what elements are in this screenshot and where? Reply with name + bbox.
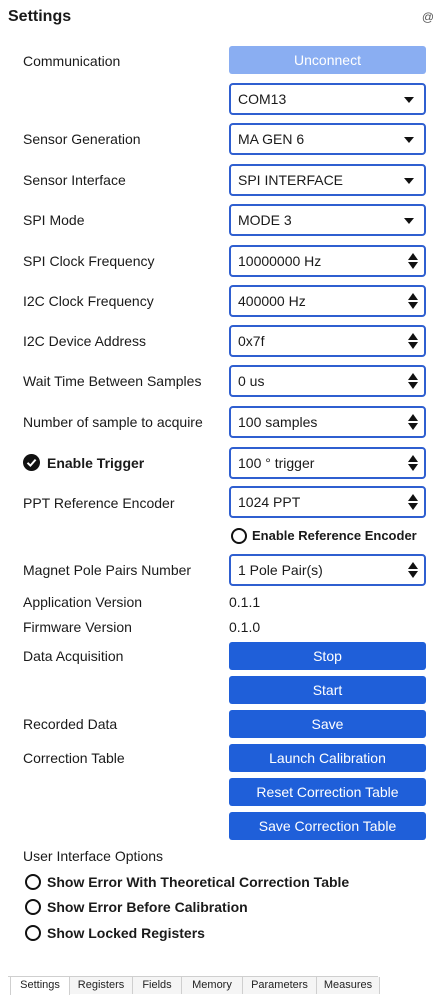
spin-up-icon[interactable] [408, 293, 418, 300]
num-samples-value: 100 samples [238, 414, 318, 430]
sensor-generation-value: MA GEN 6 [238, 131, 305, 147]
app-version-label: Application Version [23, 594, 143, 610]
show-locked-registers-checkbox[interactable] [25, 925, 41, 941]
sensor-interface-value: SPI INTERFACE [238, 172, 344, 188]
trigger-spinbox[interactable]: 100 ° trigger [229, 447, 426, 479]
spin-up-icon[interactable] [408, 414, 418, 421]
app-version-value: 0.1.1 [229, 594, 261, 610]
num-samples-spinbox[interactable]: 100 samples [229, 406, 426, 438]
tab-parameters[interactable]: Parameters [242, 977, 316, 994]
ppt-value: 1024 PPT [238, 494, 301, 510]
save-correction-table-button[interactable]: Save Correction Table [229, 812, 426, 840]
wait-time-label: Wait Time Between Samples [23, 373, 202, 389]
reset-correction-table-button[interactable]: Reset Correction Table [229, 778, 426, 806]
show-error-theoretical-checkbox[interactable] [25, 874, 41, 890]
check-icon [26, 458, 37, 468]
spi-clock-spinbox[interactable]: 10000000 Hz [229, 245, 426, 277]
enable-reference-encoder-checkbox[interactable] [231, 528, 247, 544]
com-port-value: COM13 [238, 91, 287, 107]
sensor-interface-select[interactable]: SPI INTERFACE [229, 164, 426, 196]
show-error-before-calibration-checkbox[interactable] [25, 899, 41, 915]
tab-measures[interactable]: Measures [316, 977, 380, 994]
spin-down-icon[interactable] [408, 262, 418, 269]
show-error-before-calibration-label[interactable]: Show Error Before Calibration [47, 897, 248, 917]
show-locked-registers-label[interactable]: Show Locked Registers [47, 923, 205, 943]
tab-settings[interactable]: Settings [10, 976, 70, 995]
pole-pairs-value: 1 Pole Pair(s) [238, 562, 323, 578]
page-title: Settings [8, 8, 72, 25]
spin-up-icon[interactable] [408, 494, 418, 501]
spin-down-icon[interactable] [408, 382, 418, 389]
spin-up-icon[interactable] [408, 562, 418, 569]
pole-pairs-label: Magnet Pole Pairs Number [23, 562, 192, 578]
unconnect-button[interactable]: Unconnect [229, 46, 426, 74]
ui-options-label: User Interface Options [23, 848, 164, 864]
stop-button[interactable]: Stop [229, 642, 426, 670]
save-button[interactable]: Save [229, 710, 426, 738]
correction-table-label: Correction Table [23, 750, 125, 766]
enable-reference-encoder-label[interactable]: Enable Reference Encoder [252, 526, 417, 546]
tab-registers[interactable]: Registers [69, 977, 132, 994]
recorded-data-label: Recorded Data [23, 716, 118, 732]
data-acquisition-label: Data Acquisition [23, 648, 124, 664]
spi-clock-label: SPI Clock Frequency [23, 253, 155, 269]
spi-mode-select[interactable]: MODE 3 [229, 204, 426, 236]
i2c-address-label: I2C Device Address [23, 333, 146, 349]
spi-mode-label: SPI Mode [23, 212, 85, 228]
wait-time-spinbox[interactable]: 0 us [229, 365, 426, 397]
panel-corner-icon[interactable]: @ [422, 10, 434, 24]
enable-trigger-checkbox[interactable] [23, 454, 40, 471]
spin-down-icon[interactable] [408, 423, 418, 430]
com-port-select[interactable]: COM13 [229, 83, 426, 115]
spin-down-icon[interactable] [408, 503, 418, 510]
fw-version-label: Firmware Version [23, 619, 132, 635]
spi-clock-value: 10000000 Hz [238, 253, 322, 269]
spin-up-icon[interactable] [408, 455, 418, 462]
tab-fields[interactable]: Fields [132, 977, 181, 994]
sensor-generation-label: Sensor Generation [23, 131, 141, 147]
i2c-clock-label: I2C Clock Frequency [23, 293, 154, 309]
spin-up-icon[interactable] [408, 333, 418, 340]
ppt-spinbox[interactable]: 1024 PPT [229, 486, 426, 518]
i2c-address-spinbox[interactable]: 0x7f [229, 325, 426, 357]
i2c-clock-value: 400000 Hz [238, 293, 306, 309]
spin-down-icon[interactable] [408, 464, 418, 471]
pole-pairs-spinbox[interactable]: 1 Pole Pair(s) [229, 554, 426, 586]
spin-down-icon[interactable] [408, 571, 418, 578]
communication-label: Communication [23, 53, 121, 69]
ppt-label: PPT Reference Encoder [23, 495, 175, 511]
trigger-value: 100 ° trigger [238, 455, 315, 471]
fw-version-value: 0.1.0 [229, 619, 261, 635]
i2c-clock-spinbox[interactable]: 400000 Hz [229, 285, 426, 317]
start-button[interactable]: Start [229, 676, 426, 704]
spin-down-icon[interactable] [408, 342, 418, 349]
launch-calibration-button[interactable]: Launch Calibration [229, 744, 426, 772]
num-samples-label: Number of sample to acquire [23, 414, 203, 430]
spin-down-icon[interactable] [408, 302, 418, 309]
spin-up-icon[interactable] [408, 253, 418, 260]
enable-trigger-label[interactable]: Enable Trigger [47, 453, 144, 473]
wait-time-value: 0 us [238, 373, 265, 389]
show-error-theoretical-label[interactable]: Show Error With Theoretical Correction T… [47, 872, 349, 892]
spin-up-icon[interactable] [408, 373, 418, 380]
sensor-generation-select[interactable]: MA GEN 6 [229, 123, 426, 155]
tab-memory[interactable]: Memory [181, 977, 242, 994]
i2c-address-value: 0x7f [238, 333, 265, 349]
spi-mode-value: MODE 3 [238, 212, 292, 228]
sensor-interface-label: Sensor Interface [23, 172, 126, 188]
